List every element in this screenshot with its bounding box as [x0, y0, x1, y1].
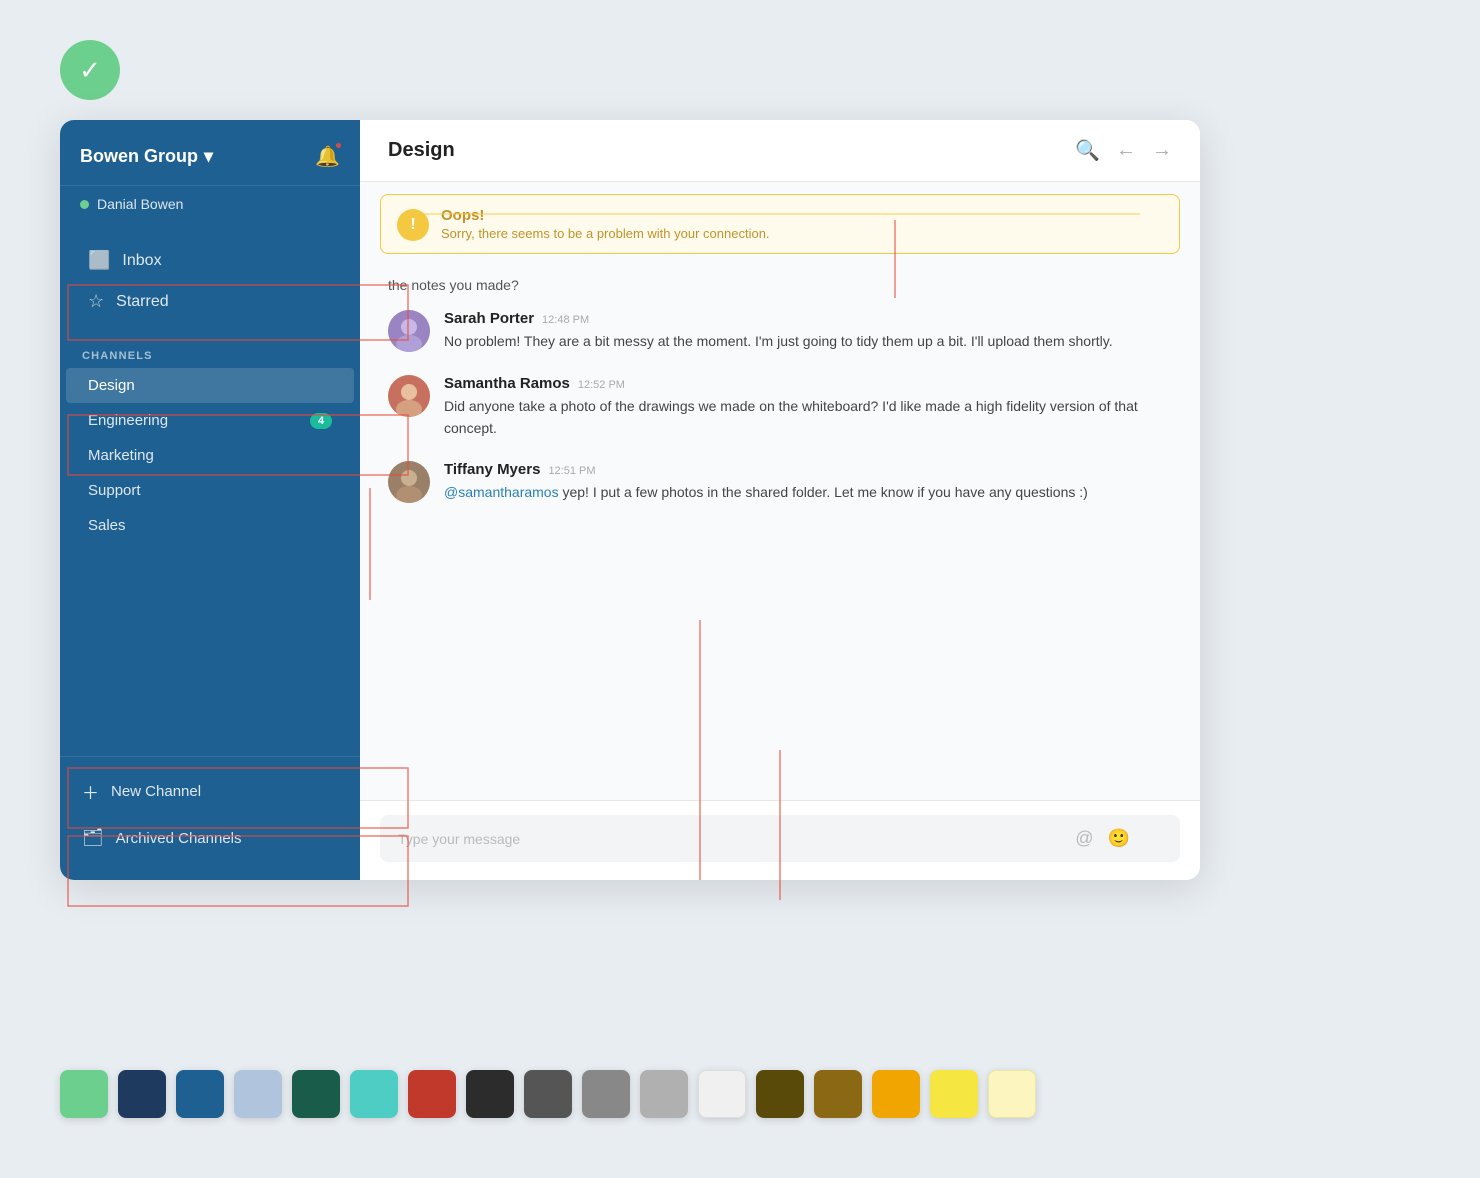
message-item: Sarah Porter 12:48 PM No problem! They a…	[388, 310, 1172, 353]
message-input-box: Type your message @ 🙂	[380, 815, 1180, 862]
new-channel-label: New Channel	[111, 783, 201, 800]
forward-arrow-icon[interactable]: →	[1152, 139, 1172, 162]
input-icons: @ 🙂	[1075, 828, 1130, 849]
message-text: No problem! They are a bit messy at the …	[444, 331, 1113, 353]
workspace-name[interactable]: Bowen Group ▾	[80, 146, 213, 167]
palette-swatch	[234, 1070, 282, 1118]
color-palette	[60, 1070, 1036, 1118]
message-time: 12:48 PM	[542, 314, 589, 326]
sidebar-header: Bowen Group ▾ 🔔	[60, 120, 360, 186]
avatar	[388, 375, 430, 417]
channel-support-label: Support	[88, 482, 141, 499]
channels-section-label: CHANNELS	[60, 334, 360, 368]
online-status-dot	[80, 200, 89, 209]
error-icon: !	[397, 209, 429, 241]
star-icon: ☆	[88, 291, 104, 312]
workspace-dropdown-arrow: ▾	[204, 146, 213, 167]
sidebar-item-inbox[interactable]: ⬜ Inbox	[66, 240, 354, 281]
emoji-icon[interactable]: 🙂	[1108, 828, 1130, 849]
palette-swatch	[988, 1070, 1036, 1118]
engineering-badge: 4	[310, 413, 332, 429]
palette-swatch	[524, 1070, 572, 1118]
error-description: Sorry, there seems to be a problem with …	[441, 226, 770, 241]
palette-swatch	[176, 1070, 224, 1118]
channel-engineering-label: Engineering	[88, 412, 168, 429]
sender-name: Sarah Porter	[444, 310, 534, 327]
sidebar-nav: ⬜ Inbox ☆ Starred	[60, 228, 360, 334]
palette-swatch	[872, 1070, 920, 1118]
palette-swatch	[118, 1070, 166, 1118]
app-window: Bowen Group ▾ 🔔 Danial Bowen ⬜ Inbox ☆ S…	[60, 120, 1200, 880]
palette-swatch	[814, 1070, 862, 1118]
palette-swatch	[640, 1070, 688, 1118]
palette-swatch	[60, 1070, 108, 1118]
plus-icon: ＋	[82, 779, 99, 804]
palette-swatch	[408, 1070, 456, 1118]
message-time: 12:51 PM	[548, 465, 595, 477]
channel-item-support[interactable]: Support	[66, 473, 354, 508]
previous-message-text: the notes you made?	[388, 268, 1172, 310]
inbox-label: Inbox	[122, 252, 161, 270]
message-time: 12:52 PM	[578, 379, 625, 391]
header-actions: 🔍 ← →	[1075, 138, 1172, 163]
username: Danial Bowen	[97, 196, 183, 212]
notification-bell[interactable]: 🔔	[315, 144, 340, 169]
avatar	[388, 310, 430, 352]
notification-dot	[334, 141, 343, 150]
search-icon[interactable]: 🔍	[1075, 138, 1100, 163]
sidebar-footer: ＋ New Channel 🗂 Archived Channels	[60, 756, 360, 880]
channel-design-label: Design	[88, 377, 135, 394]
main-content: Design 🔍 ← → ! Oops! Sorry, there seems …	[360, 120, 1200, 880]
channel-item-marketing[interactable]: Marketing	[66, 438, 354, 473]
archive-icon: 🗂	[82, 828, 104, 848]
user-status: Danial Bowen	[60, 186, 360, 228]
message-header: Tiffany Myers 12:51 PM	[444, 461, 1088, 478]
chat-header: Design 🔍 ← →	[360, 120, 1200, 182]
palette-swatch	[582, 1070, 630, 1118]
palette-swatch	[698, 1070, 746, 1118]
starred-label: Starred	[116, 293, 168, 311]
channel-marketing-label: Marketing	[88, 447, 154, 464]
channel-item-design[interactable]: Design	[66, 368, 354, 403]
channel-item-sales[interactable]: Sales	[66, 508, 354, 543]
back-arrow-icon[interactable]: ←	[1116, 139, 1136, 162]
avatar	[388, 461, 430, 503]
mention-link[interactable]: @samantharamos	[444, 484, 559, 500]
sidebar-item-starred[interactable]: ☆ Starred	[66, 281, 354, 322]
message-body: Samantha Ramos 12:52 PM Did anyone take …	[444, 375, 1172, 439]
palette-swatch	[292, 1070, 340, 1118]
error-text: Oops! Sorry, there seems to be a problem…	[441, 207, 770, 241]
palette-swatch	[756, 1070, 804, 1118]
error-banner: ! Oops! Sorry, there seems to be a probl…	[380, 194, 1180, 254]
sender-name: Tiffany Myers	[444, 461, 540, 478]
message-text-body: yep! I put a few photos in the shared fo…	[562, 484, 1087, 500]
channel-sales-label: Sales	[88, 517, 126, 534]
message-header: Samantha Ramos 12:52 PM	[444, 375, 1172, 392]
at-mention-icon[interactable]: @	[1075, 828, 1093, 849]
sidebar: Bowen Group ▾ 🔔 Danial Bowen ⬜ Inbox ☆ S…	[60, 120, 360, 880]
message-text: Did anyone take a photo of the drawings …	[444, 396, 1172, 439]
message-header: Sarah Porter 12:48 PM	[444, 310, 1113, 327]
palette-swatch	[350, 1070, 398, 1118]
archived-channels-label: Archived Channels	[116, 830, 242, 847]
channel-item-engineering[interactable]: Engineering 4	[66, 403, 354, 438]
palette-swatch	[466, 1070, 514, 1118]
message-body: Sarah Porter 12:48 PM No problem! They a…	[444, 310, 1113, 353]
messages-area: the notes you made? Sarah Porter 12:48 P…	[360, 258, 1200, 800]
message-input-placeholder[interactable]: Type your message	[398, 831, 1075, 847]
error-title: Oops!	[441, 207, 770, 224]
workspace-title: Bowen Group	[80, 146, 198, 167]
message-item: Samantha Ramos 12:52 PM Did anyone take …	[388, 375, 1172, 439]
message-body: Tiffany Myers 12:51 PM @samantharamos ye…	[444, 461, 1088, 504]
palette-swatch	[930, 1070, 978, 1118]
inbox-icon: ⬜	[88, 250, 110, 271]
message-text: @samantharamos yep! I put a few photos i…	[444, 482, 1088, 504]
chat-title: Design	[388, 139, 455, 162]
message-input-area: Type your message @ 🙂	[360, 800, 1200, 880]
message-item: Tiffany Myers 12:51 PM @samantharamos ye…	[388, 461, 1172, 504]
success-check-icon: ✓	[60, 40, 120, 100]
archived-channels-button[interactable]: 🗂 Archived Channels	[60, 816, 360, 860]
sender-name: Samantha Ramos	[444, 375, 570, 392]
new-channel-button[interactable]: ＋ New Channel	[60, 767, 360, 816]
